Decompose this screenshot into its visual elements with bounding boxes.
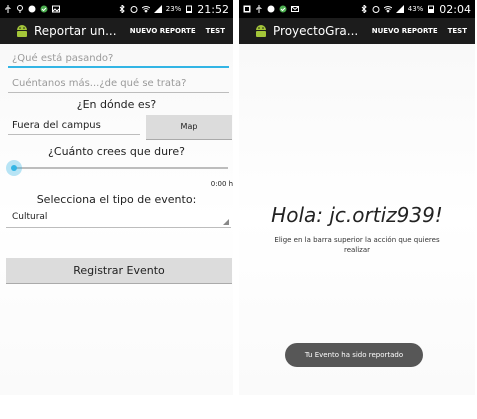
tipo-evento-value: Cultural xyxy=(12,212,48,222)
app-title: ProyectoGra... xyxy=(273,24,359,38)
chat-icon xyxy=(28,5,36,13)
test-action[interactable]: TEST xyxy=(206,27,225,35)
nuevo-reporte-action[interactable]: NUEVO REPORTE xyxy=(130,27,196,35)
duracion-value: 0:00 hr xyxy=(210,180,233,188)
registrar-evento-button[interactable]: Registrar Evento xyxy=(6,258,232,284)
android-app-icon[interactable] xyxy=(253,23,269,39)
usb-icon xyxy=(256,5,262,13)
report-screen: 23% 21:52 Reportar un... NUEVO REPORTE T… xyxy=(0,0,233,395)
location-icon xyxy=(17,5,23,13)
test-action[interactable]: TEST xyxy=(448,27,467,35)
image-icon xyxy=(52,5,60,13)
slider-thumb[interactable] xyxy=(6,160,22,176)
clock: 21:52 xyxy=(197,2,229,16)
alarm-icon xyxy=(130,6,138,13)
battery-icon xyxy=(428,5,435,13)
battery-percent: 23% xyxy=(165,5,182,13)
action-bar: Reportar un... NUEVO REPORTE TEST xyxy=(0,18,233,44)
status-bar: 23% 21:52 xyxy=(0,0,233,18)
mail-icon xyxy=(291,6,299,12)
chat-icon xyxy=(267,5,275,13)
screen-title: Reportar un... xyxy=(34,24,117,38)
map-button[interactable]: Map xyxy=(146,115,232,140)
ubicacion-input[interactable]: Fuera del campus xyxy=(8,117,140,135)
battery-icon xyxy=(186,5,193,13)
status-bar: 43% 02:04 xyxy=(239,0,475,18)
donde-label: ¿En dónde es? xyxy=(76,98,157,111)
duracion-slider[interactable] xyxy=(6,160,228,176)
spinner-arrow-icon xyxy=(223,219,229,225)
wifi-icon xyxy=(383,6,392,13)
instruction-text: Elige en la barra superior la acción que… xyxy=(274,236,440,254)
clock: 02:04 xyxy=(439,2,471,16)
toast-message: Tu Evento ha sido reportado xyxy=(285,343,423,367)
alarm-icon xyxy=(372,6,380,13)
tipo-evento-spinner[interactable]: Cultural xyxy=(6,210,231,228)
duracion-label: ¿Cuánto crees que dure? xyxy=(48,145,185,158)
descripcion-input[interactable]: Cuéntanos más...¿de qué se trata? xyxy=(8,75,229,93)
grid-icon xyxy=(243,5,251,13)
battery-percent: 43% xyxy=(407,5,424,13)
usb-icon xyxy=(5,5,11,13)
signal-icon xyxy=(153,5,162,13)
que-pasa-input[interactable]: ¿Qué está pasando? xyxy=(8,50,229,68)
slider-track xyxy=(14,167,228,169)
action-bar: ProyectoGra... NUEVO REPORTE TEST xyxy=(239,18,475,44)
bluetooth-icon xyxy=(361,5,367,13)
home-screen: 43% 02:04 ProyectoGra... NUEVO REPORTE T… xyxy=(239,0,475,395)
check-icon xyxy=(279,5,287,13)
wifi-icon xyxy=(141,6,150,13)
signal-icon xyxy=(395,5,404,13)
greeting-heading: Hola: jc.ortiz939! xyxy=(271,203,443,227)
bluetooth-icon xyxy=(119,5,125,13)
nuevo-reporte-action[interactable]: NUEVO REPORTE xyxy=(372,27,438,35)
tipo-evento-label: Selecciona el tipo de evento: xyxy=(36,193,197,206)
android-app-icon[interactable] xyxy=(14,23,30,39)
check-icon xyxy=(40,5,48,13)
